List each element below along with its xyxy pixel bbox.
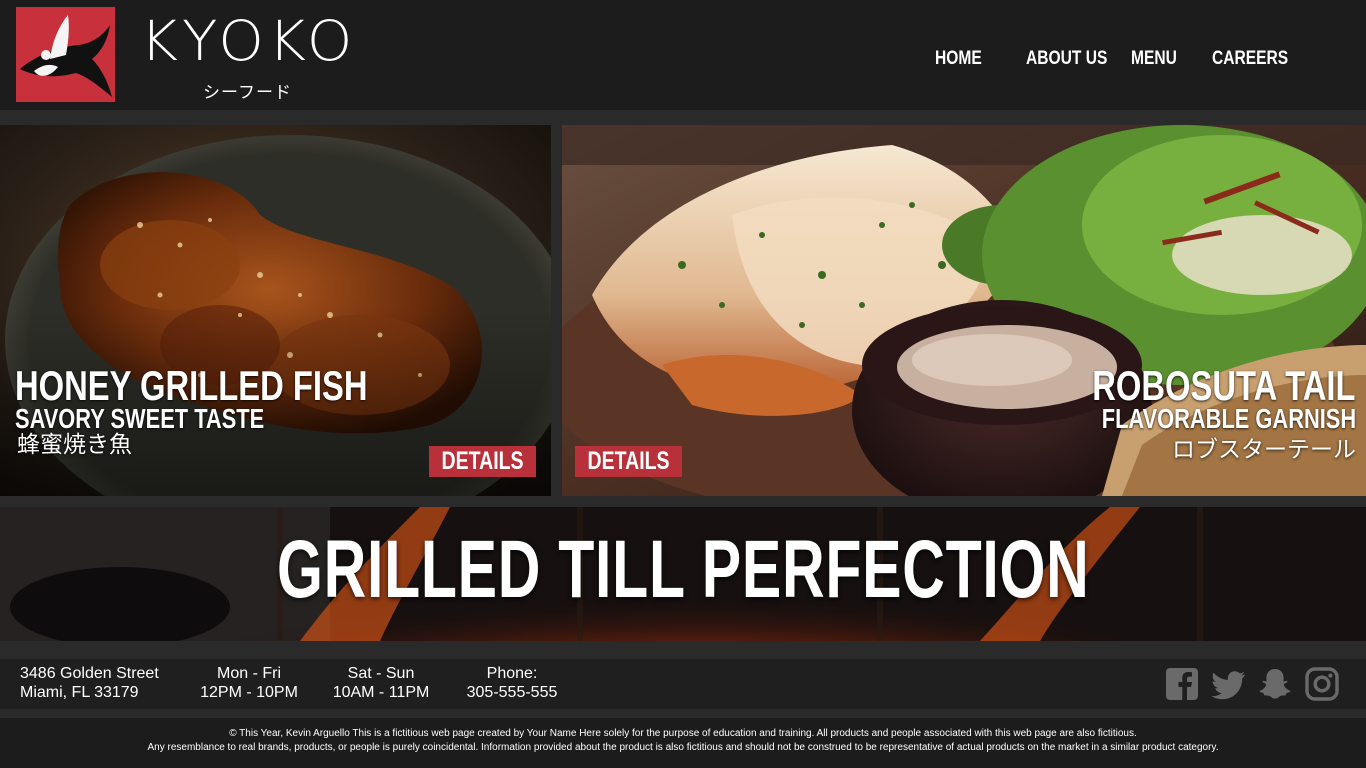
facebook-icon[interactable] <box>1165 667 1199 701</box>
weekend-time: 10AM - 11PM <box>332 684 430 701</box>
featured-dish-robosuta-tail: ROBOSUTA TAIL FLAVORABLE GARNISH ロブスターテー… <box>562 125 1366 496</box>
main-nav: HOME ABOUT US MENU CAREERS <box>0 48 1366 74</box>
featured-dish-honey-grilled-fish: HONEY GRILLED FISH SAVORY SWEET TASTE 蜂蜜… <box>0 125 551 496</box>
address-line-1: 3486 Golden Street <box>20 665 159 682</box>
phone-number[interactable]: 305-555-555 <box>462 683 562 702</box>
details-button-label: DETAILS <box>587 447 670 475</box>
footer-disclaimer-line-1: © This Year, Kevin Arguello This is a fi… <box>229 728 1137 739</box>
dish-japanese-name: 蜂蜜焼き魚 <box>17 431 132 457</box>
banner-headline-text: GRILLED TILL PERFECTION <box>276 524 1090 615</box>
details-button-label: DETAILS <box>441 447 524 475</box>
phone-label: Phone: <box>486 665 538 682</box>
details-button[interactable]: DETAILS <box>429 446 536 477</box>
details-button[interactable]: DETAILS <box>575 446 682 477</box>
site-footer: © This Year, Kevin Arguello This is a fi… <box>0 718 1366 768</box>
phone: Phone: 305-555-555 <box>462 664 562 702</box>
twitter-icon[interactable] <box>1212 667 1246 701</box>
site-header: KYOKO シーフード HOME ABOUT US MENU CAREERS <box>0 0 1366 110</box>
weekday-time: 12PM - 10PM <box>200 684 298 701</box>
nav-about-us[interactable]: ABOUT US <box>1026 48 1107 70</box>
nav-careers[interactable]: CAREERS <box>1212 48 1288 70</box>
dish-japanese-name: ロブスターテール <box>1172 436 1356 462</box>
dish-title: HONEY GRILLED FISH <box>15 362 368 409</box>
banner-headline: GRILLED TILL PERFECTION <box>0 529 1366 611</box>
weekday-label: Mon - Fri <box>217 665 281 682</box>
address-line-2: Miami, FL 33179 <box>20 684 139 701</box>
footer-disclaimer-line-2: Any resemblance to real brands, products… <box>147 742 1219 753</box>
nav-menu[interactable]: MENU <box>1131 48 1177 70</box>
info-bar: 3486 Golden Street Miami, FL 33179 Mon -… <box>0 659 1366 709</box>
weekend-hours: Sat - Sun 10AM - 11PM <box>332 664 430 702</box>
weekday-hours: Mon - Fri 12PM - 10PM <box>200 664 298 702</box>
snapchat-icon[interactable] <box>1258 667 1292 701</box>
address: 3486 Golden Street Miami, FL 33179 <box>20 664 159 702</box>
brand-subtitle: シーフード <box>203 83 292 102</box>
weekend-label: Sat - Sun <box>347 665 415 682</box>
nav-home[interactable]: HOME <box>935 48 982 70</box>
dish-subtitle: FLAVORABLE GARNISH <box>1101 403 1356 434</box>
instagram-icon[interactable] <box>1305 667 1339 701</box>
dish-subtitle: SAVORY SWEET TASTE <box>15 403 265 434</box>
grill-banner: GRILLED TILL PERFECTION <box>0 507 1366 641</box>
dish-title: ROBOSUTA TAIL <box>1092 362 1356 409</box>
